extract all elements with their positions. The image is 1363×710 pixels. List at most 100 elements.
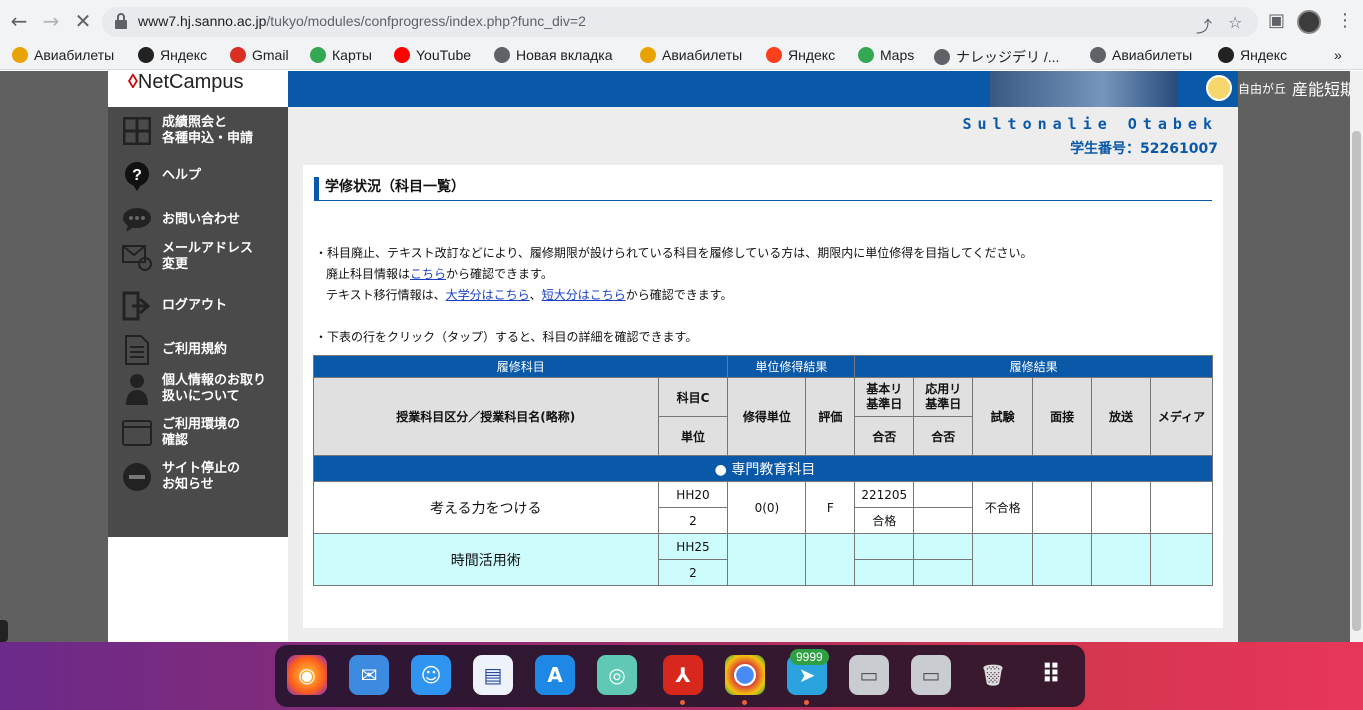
- page-scrollbar[interactable]: [1350, 71, 1363, 642]
- student-name: Sultonalie Otabek: [962, 115, 1218, 133]
- sidebar-item-environment[interactable]: ご利用環境の 確認: [122, 417, 240, 449]
- sidebar-item-contact[interactable]: お問い合わせ: [122, 205, 240, 235]
- sidebar-label: メールアドレス 変更: [162, 241, 254, 272]
- bookmark-item[interactable]: Gmail: [230, 47, 289, 63]
- disk-drive-icon[interactable]: ▭: [911, 655, 951, 695]
- subject-units: 2: [657, 559, 729, 586]
- subject-code: HH20: [657, 481, 729, 508]
- sidebar-item-logout[interactable]: ログアウト: [122, 291, 227, 321]
- kebab-menu-icon[interactable]: ⋮: [1336, 10, 1354, 31]
- youtube-icon: [394, 47, 410, 63]
- plane-icon: [640, 47, 656, 63]
- bookmark-item[interactable]: YouTube: [394, 47, 471, 63]
- subject-code: HH25: [657, 533, 729, 560]
- sidebar-label: ご利用規約: [162, 342, 228, 357]
- sidebar-item-terms[interactable]: ご利用規約: [122, 335, 227, 365]
- bookmark-item[interactable]: Яндекс: [138, 47, 207, 63]
- subjects-table: 履修科目 単位修得結果 履修結果 授業科目区分／授業科目名(略称) 科目C 修得…: [312, 355, 1214, 586]
- text-editor-icon[interactable]: ▤: [473, 655, 513, 695]
- gmail-icon: [230, 47, 246, 63]
- table-row[interactable]: 考える力をつける HH20 0(0) F 221205 不合格: [313, 481, 1214, 534]
- sidebar-item-grades[interactable]: 成績照会と 各種申込・申請: [122, 115, 253, 147]
- back-arrow-icon[interactable]: ←: [8, 10, 30, 32]
- sidebar-item-maintenance[interactable]: サイト停止の お知らせ: [122, 461, 240, 493]
- globe-icon: [494, 47, 510, 63]
- subject-name[interactable]: 時間活用術: [313, 533, 659, 586]
- yandex-icon: [766, 47, 782, 63]
- bookmarks-bar: Авиабилеты Яндекс Gmail Карты YouTube Новая в…: [0, 42, 1363, 70]
- computer-icon: [122, 418, 152, 448]
- finder-icon[interactable]: ☺: [411, 655, 451, 695]
- disk-drive-icon[interactable]: ▭: [849, 655, 889, 695]
- bookmark-item[interactable]: Авиабилеты: [12, 47, 114, 63]
- address-bar[interactable]: www7.hj.sanno.ac.jp/tukyo/modules/confpr…: [102, 7, 1258, 37]
- applied-date: [913, 481, 974, 508]
- header-applied-date: 応用リ 基準日: [913, 377, 974, 417]
- profile-avatar[interactable]: [1297, 10, 1321, 34]
- sidebar-label: サイト停止の お知らせ: [162, 461, 241, 492]
- bookmark-label: Новая вкладка: [516, 47, 613, 63]
- header-grade: 評価: [805, 377, 856, 456]
- bookmark-item[interactable]: ナレッジデリ /...: [934, 47, 1059, 67]
- header-media: メディア: [1149, 377, 1214, 456]
- bookmark-item[interactable]: Яндекс: [1218, 47, 1287, 63]
- star-bookmark-icon[interactable]: ☆: [1228, 13, 1242, 32]
- interview-result: [1032, 481, 1093, 534]
- bookmark-item[interactable]: Авиабилеты: [640, 47, 742, 63]
- mail-icon[interactable]: ✉: [349, 655, 389, 695]
- stop-loading-icon[interactable]: ✕: [72, 10, 94, 32]
- university-link[interactable]: 大学分はこちら: [446, 288, 530, 302]
- share-icon[interactable]: ⤴: [1196, 13, 1212, 37]
- yandex-icon: [1218, 47, 1234, 63]
- discontinued-link[interactable]: こちら: [410, 267, 446, 281]
- grade: [805, 533, 856, 586]
- chrome-icon[interactable]: [725, 655, 765, 695]
- sidebar: 成績照会と 各種申込・申請 ? ヘルプ お問い合わせ メールアドレス 変更 ログ…: [108, 107, 288, 537]
- app-store-icon[interactable]: A: [535, 655, 575, 695]
- bookmark-label: Яндекс: [1240, 47, 1288, 63]
- running-indicator: [742, 700, 747, 705]
- bookmark-item[interactable]: Новая вкладка: [494, 47, 613, 63]
- subject-name[interactable]: 考える力をつける: [313, 481, 659, 534]
- bookmark-label: Gmail: [252, 47, 289, 63]
- header-code: 科目C: [657, 377, 729, 417]
- trash-icon[interactable]: 🗑: [973, 655, 1013, 695]
- sidebar-label: 成績照会と 各種申込・申請: [162, 115, 254, 146]
- sidebar-item-mail-change[interactable]: メールアドレス 変更: [122, 241, 253, 273]
- bookmark-item[interactable]: Карты: [310, 47, 372, 63]
- table-header-row: 授業科目区分／授業科目名(略称) 科目C 修得単位 評価 基本リ 基準日 応用リ…: [313, 377, 1214, 456]
- stop-icon: [122, 462, 152, 492]
- netcampus-logo[interactable]: ◊NetCampus: [128, 71, 244, 94]
- junior-college-link[interactable]: 短大分はこちら: [542, 288, 626, 302]
- app-grid-icon[interactable]: ⠿: [1031, 655, 1071, 695]
- header-basic-date: 基本リ 基準日: [854, 377, 915, 417]
- university-logo: 自由が丘 産能短期大学: [1206, 75, 1350, 101]
- help-icon: ?: [122, 161, 152, 191]
- bookmark-item[interactable]: Яндекс: [766, 47, 835, 63]
- subject-units: 2: [657, 507, 729, 534]
- section-row: ● 専門教育科目: [313, 455, 1213, 482]
- svg-text:?: ?: [132, 167, 142, 184]
- notification-badge: 9999: [790, 649, 829, 665]
- bookmark-item[interactable]: Maps: [858, 47, 914, 63]
- firefox-icon[interactable]: ◉: [287, 655, 327, 695]
- running-indicator: [680, 700, 685, 705]
- earned-units: 0(0): [727, 481, 807, 534]
- bookmarks-overflow-button[interactable]: »: [1334, 47, 1342, 63]
- browser-toolbar: ← → ✕ www7.hj.sanno.ac.jp/tukyo/modules/…: [0, 0, 1363, 42]
- campus-photo: [990, 71, 1178, 107]
- student-id: 学生番号：52261007: [1070, 141, 1218, 157]
- sidebar-item-privacy[interactable]: 個人情報のお取り 扱いについて: [122, 373, 266, 405]
- desktop-edge-handle[interactable]: [0, 620, 8, 642]
- forward-arrow-icon[interactable]: →: [40, 10, 62, 32]
- basic-pass: 合格: [854, 507, 915, 534]
- help-lifebuoy-icon[interactable]: ◎: [597, 655, 637, 695]
- sidebar-label: ご利用環境の 確認: [162, 417, 241, 448]
- side-panel-icon[interactable]: ▣: [1268, 10, 1285, 31]
- sidebar-item-help[interactable]: ? ヘルプ: [122, 161, 201, 191]
- pdf-reader-icon[interactable]: ⅄: [663, 655, 703, 695]
- table-row[interactable]: 時間活用術 HH25: [313, 533, 1214, 586]
- bookmark-item[interactable]: Авиабилеты: [1090, 47, 1192, 63]
- scrollbar-thumb[interactable]: [1352, 131, 1361, 631]
- main-content: Sultonalie Otabek 学生番号：52261007 学修状況（科目一…: [288, 107, 1238, 642]
